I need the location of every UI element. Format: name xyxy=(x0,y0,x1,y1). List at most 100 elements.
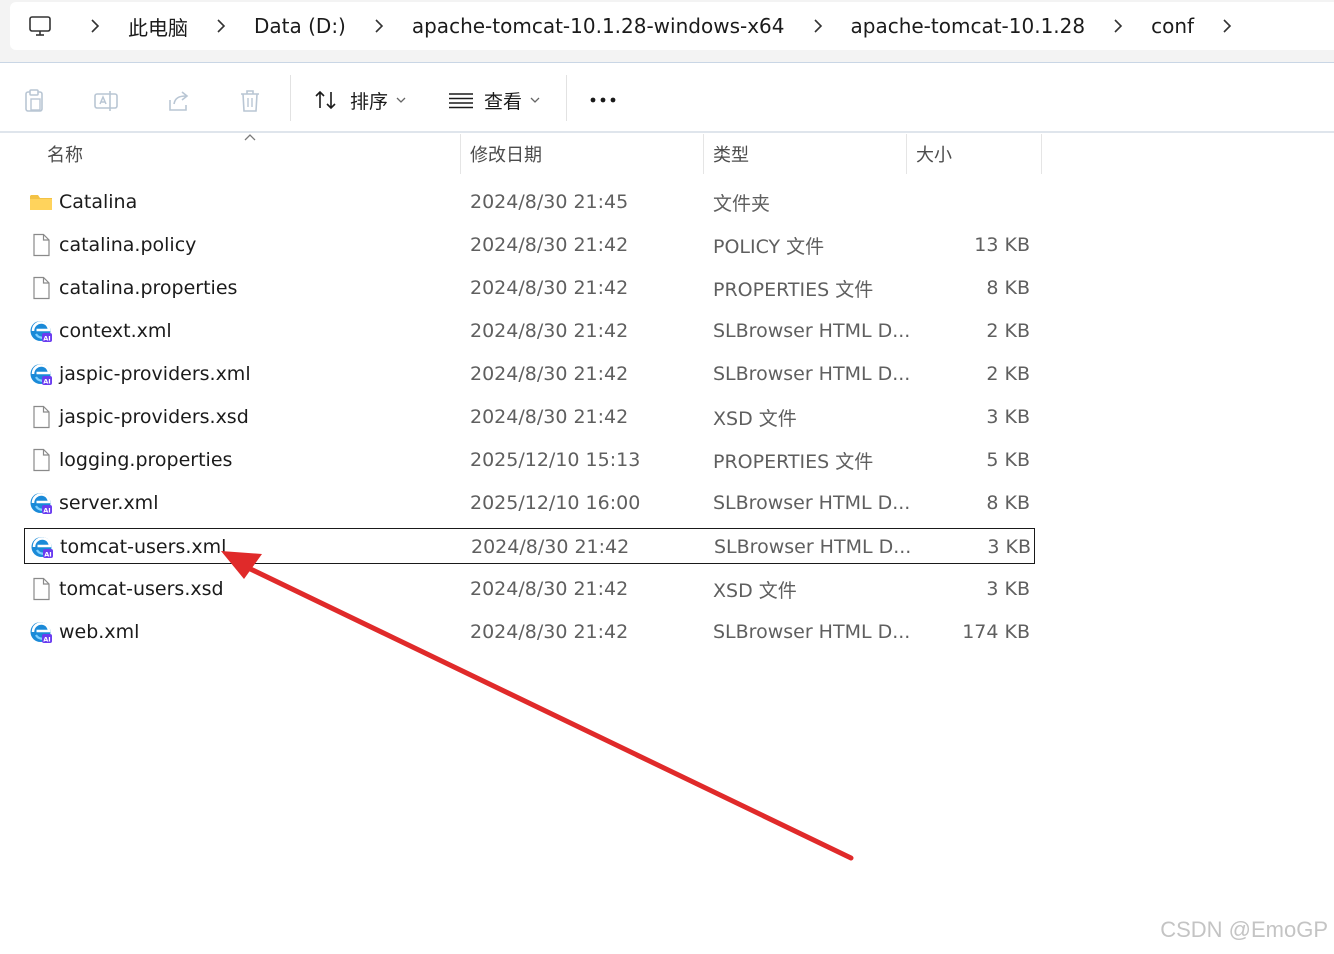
file-row[interactable]: AI tomcat-users.xml 2024/8/30 21:42 SLBrows… xyxy=(24,528,1035,564)
toolbar-divider xyxy=(566,75,567,121)
file-icon xyxy=(29,577,53,601)
chevron-right-icon[interactable] xyxy=(78,16,112,36)
view-label: 查看 xyxy=(484,90,523,113)
breadcrumb-conf[interactable]: conf xyxy=(1151,14,1194,38)
file-name: tomcat-users.xml xyxy=(60,536,227,558)
folder-icon xyxy=(29,190,53,214)
file-row[interactable]: logging.properties 2025/12/10 15:13 PROPER… xyxy=(24,442,1035,478)
view-button[interactable]: 查看 xyxy=(448,85,540,115)
sort-ascending-icon xyxy=(244,134,256,141)
svg-text:AI: AI xyxy=(43,636,50,644)
file-type: SLBrowser HTML D... xyxy=(713,621,911,643)
file-type: PROPERTIES 文件 xyxy=(713,450,874,473)
file-name: web.xml xyxy=(59,621,140,643)
file-row[interactable]: tomcat-users.xsd 2024/8/30 21:42 XSD 文件 3 K… xyxy=(24,571,1035,607)
column-header-type[interactable]: 类型 xyxy=(713,134,749,174)
file-type: 文件夹 xyxy=(713,192,771,215)
file-modified-date: 2024/8/30 21:42 xyxy=(470,320,629,342)
browser-icon: AI xyxy=(29,362,53,386)
column-header-date[interactable]: 修改日期 xyxy=(470,134,542,174)
file-modified-date: 2024/8/30 21:42 xyxy=(470,621,629,643)
file-type: SLBrowser HTML D... xyxy=(713,363,911,385)
file-size: 2 KB xyxy=(986,363,1030,385)
file-name: context.xml xyxy=(59,320,172,342)
chevron-right-icon[interactable] xyxy=(362,16,396,36)
watermark-text: CSDN @EmoGP xyxy=(1160,917,1328,942)
command-bar: 排序 查看 xyxy=(0,63,1334,132)
file-icon xyxy=(29,448,53,472)
svg-text:AI: AI xyxy=(43,378,50,386)
this-pc-icon[interactable] xyxy=(28,14,52,38)
sort-label: 排序 xyxy=(350,90,389,113)
file-size: 174 KB xyxy=(962,621,1030,643)
chevron-right-icon[interactable] xyxy=(204,16,238,36)
file-size: 3 KB xyxy=(986,406,1030,428)
share-icon[interactable] xyxy=(166,88,192,114)
file-modified-date: 2025/12/10 15:13 xyxy=(470,449,641,471)
browser-icon: AI xyxy=(29,319,53,343)
breadcrumb-tomcat[interactable]: apache-tomcat-10.1.28 xyxy=(851,14,1086,38)
svg-text:AI: AI xyxy=(44,551,51,559)
file-type: XSD 文件 xyxy=(713,407,797,430)
file-row[interactable]: Catalina 2024/8/30 21:45 文件夹 xyxy=(24,184,1035,220)
browser-icon: AI xyxy=(29,620,53,644)
sort-button[interactable]: 排序 xyxy=(314,85,406,115)
file-row[interactable]: AI server.xml 2025/12/10 16:00 SLBrowser HT… xyxy=(24,485,1035,521)
file-modified-date: 2025/12/10 16:00 xyxy=(470,492,641,514)
file-modified-date: 2024/8/30 21:45 xyxy=(470,191,629,213)
file-name: catalina.properties xyxy=(59,277,238,299)
file-icon xyxy=(29,405,53,429)
file-modified-date: 2024/8/30 21:42 xyxy=(470,363,629,385)
file-modified-date: 2024/8/30 21:42 xyxy=(470,406,629,428)
breadcrumb-tomcat-windows[interactable]: apache-tomcat-10.1.28-windows-x64 xyxy=(412,14,785,38)
file-size: 8 KB xyxy=(986,277,1030,299)
browser-icon: AI xyxy=(30,535,54,559)
file-name: jaspic-providers.xml xyxy=(59,363,251,385)
column-separator[interactable] xyxy=(906,134,907,174)
file-type: POLICY 文件 xyxy=(713,235,825,258)
file-row[interactable]: AI web.xml 2024/8/30 21:42 SLBrowser HTML D… xyxy=(24,614,1035,650)
column-separator[interactable] xyxy=(1041,134,1042,174)
file-row[interactable]: jaspic-providers.xsd 2024/8/30 21:42 XSD 文… xyxy=(24,399,1035,435)
column-header-size[interactable]: 大小 xyxy=(916,134,952,174)
file-row[interactable]: AI jaspic-providers.xml 2024/8/30 21:42 SLB… xyxy=(24,356,1035,392)
file-icon xyxy=(29,276,53,300)
more-options-button[interactable] xyxy=(590,85,626,115)
file-size: 8 KB xyxy=(986,492,1030,514)
breadcrumb-this-pc[interactable]: 此电脑 xyxy=(128,12,188,41)
toolbar-divider-line xyxy=(0,131,1334,133)
file-size: 2 KB xyxy=(986,320,1030,342)
column-header-name[interactable]: 名称 xyxy=(47,134,83,174)
file-size: 3 KB xyxy=(986,578,1030,600)
file-name: tomcat-users.xsd xyxy=(59,578,224,600)
delete-icon[interactable] xyxy=(237,88,263,114)
address-bar-area: 此电脑 Data (D:) apache-tomcat-10.1.28-wind… xyxy=(0,0,1334,63)
file-row[interactable]: catalina.policy 2024/8/30 21:42 POLICY 文件 1… xyxy=(24,227,1035,263)
file-row[interactable]: catalina.properties 2024/8/30 21:42 PROPER… xyxy=(24,270,1035,306)
view-list-icon xyxy=(449,93,473,109)
browser-icon: AI xyxy=(29,491,53,515)
address-bar[interactable]: 此电脑 Data (D:) apache-tomcat-10.1.28-wind… xyxy=(10,2,1334,50)
file-type: SLBrowser HTML D... xyxy=(713,492,911,514)
file-icon xyxy=(29,233,53,257)
column-separator[interactable] xyxy=(460,134,461,174)
file-modified-date: 2024/8/30 21:42 xyxy=(470,578,629,600)
file-name: Catalina xyxy=(59,191,138,213)
chevron-right-icon[interactable] xyxy=(801,16,835,36)
chevron-down-icon xyxy=(396,97,406,103)
file-name: logging.properties xyxy=(59,449,233,471)
file-modified-date: 2024/8/30 21:42 xyxy=(470,234,629,256)
file-size xyxy=(914,184,1030,220)
file-type: XSD 文件 xyxy=(713,579,797,602)
file-type: SLBrowser HTML D... xyxy=(713,320,911,342)
paste-icon[interactable] xyxy=(21,88,47,114)
file-row[interactable]: AI context.xml 2024/8/30 21:42 SLBrowser HT… xyxy=(24,313,1035,349)
file-type: SLBrowser HTML D... xyxy=(714,536,912,558)
breadcrumb-drive[interactable]: Data (D:) xyxy=(254,14,346,38)
column-separator[interactable] xyxy=(703,134,704,174)
sort-icon xyxy=(315,90,336,110)
chevron-right-icon[interactable] xyxy=(1101,16,1135,36)
file-name: catalina.policy xyxy=(59,234,197,256)
chevron-right-icon[interactable] xyxy=(1210,16,1244,36)
rename-icon[interactable] xyxy=(93,88,119,114)
